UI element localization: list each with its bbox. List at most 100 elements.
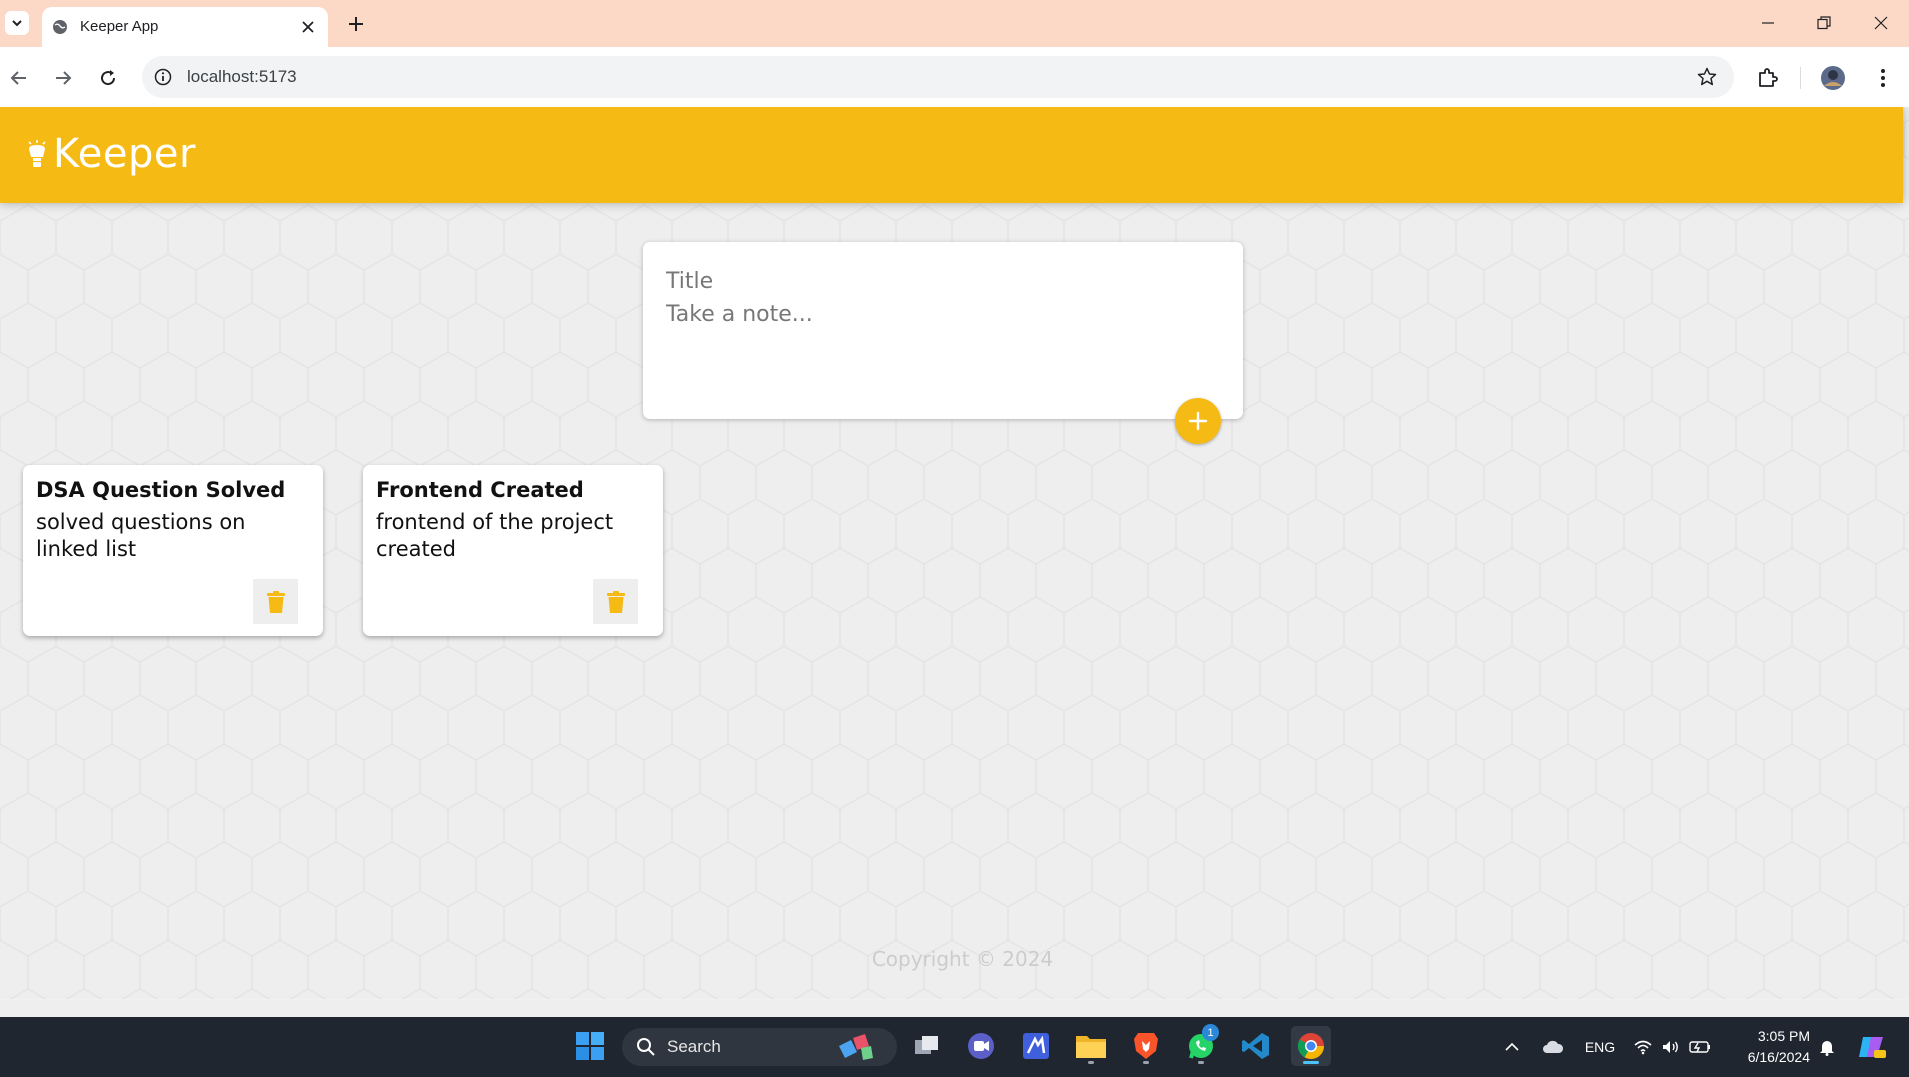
globe-icon	[53, 20, 67, 34]
profile-button[interactable]	[1818, 63, 1848, 93]
battery-icon	[1689, 1041, 1710, 1053]
folder-icon	[1076, 1036, 1106, 1058]
quick-settings-button[interactable]	[1632, 1017, 1712, 1077]
notification-badge: 1	[1202, 1024, 1219, 1041]
note-content: frontend of the project created	[376, 510, 620, 561]
close-icon	[302, 21, 314, 33]
taskbar-task-view[interactable]	[907, 1026, 947, 1066]
restore-button[interactable]	[1802, 8, 1846, 38]
info-icon	[154, 68, 172, 86]
toolbar-separator	[1800, 67, 1801, 89]
more-vertical-icon	[1881, 69, 1885, 87]
forward-button[interactable]	[49, 64, 77, 92]
copilot-button[interactable]	[1852, 1017, 1892, 1077]
start-button[interactable]	[570, 1026, 610, 1066]
puzzle-icon	[1759, 68, 1778, 87]
address-bar[interactable]: localhost:5173	[142, 56, 1734, 98]
tab-title: Keeper App	[80, 18, 159, 35]
minimize-button[interactable]	[1746, 8, 1790, 38]
reload-button[interactable]	[94, 64, 122, 92]
tab-search-button[interactable]	[5, 11, 29, 35]
taskbar-chrome[interactable]	[1291, 1026, 1331, 1066]
taskbar-brave[interactable]	[1126, 1026, 1166, 1066]
note-card: Frontend Created frontend of the project…	[363, 465, 663, 636]
close-icon	[1874, 16, 1888, 30]
video-call-icon	[968, 1033, 994, 1059]
browser-tab-bar: Keeper App	[0, 0, 1909, 47]
note-title: Frontend Created	[376, 478, 584, 502]
running-indicator	[1303, 1061, 1319, 1064]
extensions-button[interactable]	[1753, 63, 1783, 93]
search-icon	[637, 1038, 655, 1056]
onedrive-tray-icon[interactable]	[1538, 1017, 1568, 1077]
chrome-icon	[1297, 1033, 1325, 1060]
minimize-icon	[1762, 22, 1774, 24]
running-indicator	[1088, 1061, 1094, 1064]
browser-toolbar: localhost:5173	[0, 47, 1909, 107]
vscode-icon	[1242, 1033, 1269, 1059]
url-text[interactable]: localhost:5173	[187, 67, 297, 87]
delete-note-button[interactable]	[253, 579, 298, 624]
chevron-down-icon	[12, 20, 22, 27]
running-indicator	[1143, 1061, 1149, 1064]
copilot-icon	[1859, 1037, 1886, 1058]
avatar-icon	[1821, 66, 1845, 90]
taskbar-file-explorer[interactable]	[1071, 1026, 1111, 1066]
note-title-input[interactable]	[666, 264, 1216, 298]
create-note-form	[643, 242, 1243, 419]
windows-logo-icon	[576, 1032, 604, 1060]
tab-close-button[interactable]	[298, 17, 318, 37]
note-title: DSA Question Solved	[36, 478, 286, 502]
page-footer: Copyright © 2024	[871, 947, 1054, 971]
taskbar-clock[interactable]: 3:05 PM 6/16/2024	[1730, 1026, 1810, 1068]
horizontal-scrollbar[interactable]	[0, 999, 1909, 1000]
language-indicator[interactable]: ENG	[1578, 1017, 1622, 1077]
chevron-up-icon	[1505, 1042, 1519, 1051]
trash-icon	[266, 590, 285, 613]
trash-icon	[606, 590, 625, 613]
lightbulb-icon	[28, 140, 46, 167]
windows-taskbar: Search 1 ENG 3:05 PM 6/16/2024	[0, 1017, 1909, 1077]
taskbar-whatsapp[interactable]: 1	[1181, 1024, 1221, 1066]
new-tab-button[interactable]	[343, 11, 369, 37]
plus-icon	[1188, 411, 1208, 431]
arrow-left-icon	[10, 71, 26, 85]
reload-icon	[101, 70, 116, 86]
taskbar-search-label: Search	[667, 1037, 721, 1056]
bell-icon	[1820, 1041, 1834, 1056]
cloud-icon	[1543, 1040, 1564, 1053]
taskbar-editor[interactable]	[1016, 1026, 1056, 1066]
wifi-icon	[1634, 1040, 1652, 1055]
brave-lion-icon	[1134, 1033, 1158, 1059]
plus-icon	[349, 17, 363, 31]
add-note-button[interactable]	[1175, 398, 1221, 444]
star-icon	[1697, 67, 1717, 86]
restore-icon	[1817, 16, 1831, 30]
task-view-icon	[915, 1036, 938, 1054]
app-header: Keeper	[0, 107, 1903, 203]
arrow-right-icon	[56, 71, 72, 85]
note-card: DSA Question Solved solved questions on …	[23, 465, 323, 636]
clock-date: 6/16/2024	[1747, 1049, 1810, 1065]
show-hidden-icons-button[interactable]	[1500, 1017, 1524, 1077]
clock-time: 3:05 PM	[1757, 1028, 1810, 1044]
app-logo-text: Keeper	[53, 131, 196, 177]
taskbar-vscode[interactable]	[1236, 1026, 1276, 1066]
browser-menu-button[interactable]	[1868, 63, 1898, 93]
editor-app-icon	[1023, 1033, 1049, 1059]
browser-tab-active[interactable]: Keeper App	[42, 7, 328, 47]
close-window-button[interactable]	[1859, 8, 1903, 38]
running-indicator	[1198, 1061, 1204, 1064]
taskbar-search[interactable]: Search	[622, 1028, 897, 1066]
note-content: solved questions on linked list	[36, 510, 253, 561]
note-content-input[interactable]	[666, 302, 1216, 372]
page-viewport: Keeper DSA Question Solved solved questi…	[0, 107, 1909, 1000]
delete-note-button[interactable]	[593, 579, 638, 624]
search-highlight-icon	[839, 1034, 873, 1060]
back-button[interactable]	[5, 64, 33, 92]
site-info-button[interactable]	[152, 66, 174, 88]
bookmark-button[interactable]	[1696, 66, 1718, 88]
volume-icon	[1663, 1041, 1678, 1053]
notifications-button[interactable]	[1814, 1017, 1840, 1077]
taskbar-meet[interactable]	[961, 1026, 1001, 1066]
